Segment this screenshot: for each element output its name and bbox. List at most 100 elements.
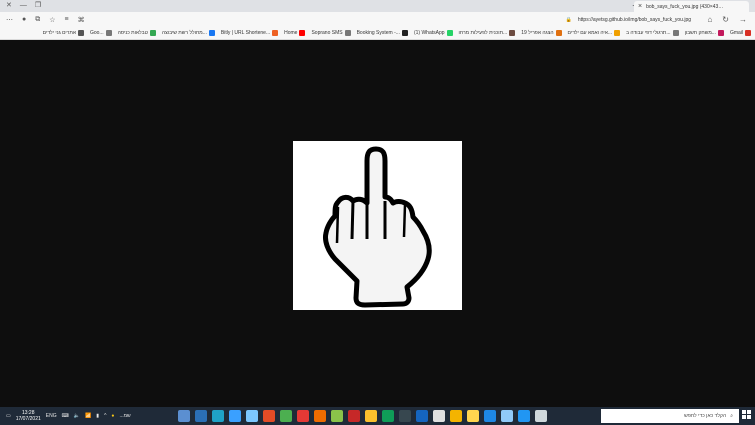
- bookmark-favicon-icon: [105, 30, 112, 36]
- pinned-app-icon[interactable]: [212, 410, 224, 422]
- collections-icon[interactable]: ⧉: [35, 16, 40, 24]
- taskbar-search[interactable]: הקלד כאן כדי לחפש ⌕: [601, 409, 739, 423]
- bookmark-label: Home: [284, 30, 298, 36]
- active-tab[interactable]: × bob_says_fuck_you.jpg (430×43…: [634, 1, 749, 12]
- bookmark-favicon-icon: [717, 30, 724, 36]
- pinned-app-icon[interactable]: [229, 410, 241, 422]
- bookmark-item[interactable]: טבלאות כניסה: [118, 30, 156, 36]
- show-hidden-icons[interactable]: ^: [104, 413, 106, 419]
- pinned-app-icon[interactable]: [314, 410, 326, 422]
- notifications-icon[interactable]: ▭: [6, 413, 11, 419]
- language-indicator[interactable]: ENG: [46, 413, 57, 419]
- bookmark-item[interactable]: Home: [284, 30, 306, 36]
- middle-finger-image: [293, 141, 462, 310]
- bookmark-favicon-icon: [77, 30, 84, 36]
- pinned-app-icon[interactable]: [246, 410, 258, 422]
- bookmark-item[interactable]: אתרים גני ילדים: [43, 30, 84, 36]
- bookmark-label: איה ואמא עם ילדים...: [567, 30, 613, 36]
- pinned-app-icon[interactable]: [382, 410, 394, 422]
- pinned-app-icon[interactable]: [399, 410, 411, 422]
- close-window-icon[interactable]: ✕: [6, 0, 12, 12]
- pinned-app-icon[interactable]: [484, 410, 496, 422]
- bookmark-item[interactable]: תוכנית לפעילות מרחו...: [459, 30, 516, 36]
- bookmark-label: מחולל רשת שיבוצה...: [161, 30, 207, 36]
- nav-buttons: ⌂ ↻ →: [707, 12, 747, 27]
- clock-date: 17/07/2021: [15, 416, 41, 422]
- bookmark-item[interactable]: הצגה אפריל 19: [521, 30, 562, 36]
- bookmark-label: הצגה אפריל 19: [521, 30, 554, 36]
- pinned-app-icon[interactable]: [518, 410, 530, 422]
- pinned-app-icon[interactable]: [348, 410, 360, 422]
- bookmark-label: Goo...: [89, 30, 104, 36]
- system-tray: ▭ 13:28 17/07/2021 ENG ⌨ 🔈 📶 ▮ ^ ● ...שמ: [6, 407, 131, 425]
- bookmark-favicon-icon: [344, 30, 351, 36]
- battery-icon[interactable]: ▮: [96, 413, 99, 419]
- minimize-icon[interactable]: —: [20, 0, 27, 12]
- tab-title: bob_says_fuck_you.jpg (430×43…: [646, 3, 724, 10]
- bookmark-item[interactable]: משחק חשבון...: [685, 30, 724, 36]
- refresh-icon[interactable]: ↻: [722, 15, 729, 24]
- pinned-app-icon[interactable]: [450, 410, 462, 422]
- pinned-app-icon[interactable]: [195, 410, 207, 422]
- weather-text[interactable]: ...שמ: [119, 413, 130, 419]
- bookmark-label: אתרים גני ילדים: [42, 30, 76, 36]
- bookmark-favicon-icon: [299, 30, 306, 36]
- bookmark-item[interactable]: Soprano SMS: [311, 30, 351, 36]
- volume-icon[interactable]: 🔈: [74, 413, 80, 419]
- home-icon[interactable]: ⌂: [707, 15, 712, 24]
- pinned-app-icon[interactable]: [535, 410, 547, 422]
- middle-finger-graphic: [323, 146, 432, 308]
- lock-icon: 🔒: [565, 16, 572, 23]
- extensions-icon[interactable]: ⌘: [78, 16, 85, 24]
- bookmark-item[interactable]: Bitly | URL Shortene...: [220, 30, 279, 36]
- pinned-app-icon[interactable]: [178, 410, 190, 422]
- pinned-app-icon[interactable]: [433, 410, 445, 422]
- pinned-app-icon[interactable]: [331, 410, 343, 422]
- pinned-app-icon[interactable]: [467, 410, 479, 422]
- bookmark-item[interactable]: מחולל רשת שיבוצה...: [162, 30, 215, 36]
- bookmark-item[interactable]: Gmail: [730, 30, 751, 36]
- favorites-icon[interactable]: ☆: [49, 16, 55, 24]
- weather-icon[interactable]: ●: [111, 413, 114, 419]
- bookmark-item[interactable]: Booking System -...: [357, 30, 408, 36]
- bookmark-item[interactable]: איה ואמא עם ילדים...: [567, 30, 621, 36]
- profile-icon[interactable]: ●: [22, 16, 26, 23]
- url-text[interactable]: https://ayetsg.github.io/img/bob_says_fu…: [578, 17, 691, 23]
- bookmark-favicon-icon: [272, 30, 279, 36]
- search-placeholder: הקלד כאן כדי לחפש: [684, 413, 727, 419]
- tab-close-icon[interactable]: ×: [638, 3, 642, 10]
- bookmark-favicon-icon: [672, 30, 679, 36]
- reading-list-icon[interactable]: ≡: [65, 16, 69, 23]
- bookmark-label: Bitly | URL Shortene...: [220, 30, 271, 36]
- bookmark-favicon-icon: [745, 30, 751, 36]
- pinned-apps: [178, 409, 547, 423]
- bookmark-favicon-icon: [555, 30, 562, 36]
- pinned-app-icon[interactable]: [280, 410, 292, 422]
- address-bar[interactable]: 🔒 https://ayetsg.github.io/img/bob_says_…: [100, 14, 691, 25]
- keyboard-icon[interactable]: ⌨: [62, 413, 69, 419]
- forward-icon[interactable]: →: [739, 15, 747, 24]
- bookmarks-bar: אתרים גני ילדים Goo... טבלאות כניסה מחולל ר…: [0, 27, 755, 40]
- bookmark-label: טבלאות כניסה: [117, 30, 148, 36]
- pinned-app-icon[interactable]: [297, 410, 309, 422]
- more-menu-icon[interactable]: ⋯: [6, 16, 13, 24]
- bookmark-label: תרגולי דפי עבודה ב...: [626, 30, 671, 36]
- bookmark-item[interactable]: Goo...: [90, 30, 112, 36]
- bookmark-item[interactable]: (1) WhatsApp: [414, 30, 453, 36]
- bookmark-label: משחק חשבון...: [684, 30, 716, 36]
- pinned-app-icon[interactable]: [263, 410, 275, 422]
- bookmark-favicon-icon: [401, 30, 408, 36]
- search-icon: ⌕: [730, 413, 733, 419]
- bookmark-label: תוכנית לפעילות מרחו...: [458, 30, 508, 36]
- bookmark-label: Booking System -...: [356, 30, 400, 36]
- pinned-app-icon[interactable]: [365, 410, 377, 422]
- restore-icon[interactable]: ❐: [35, 0, 41, 12]
- pinned-app-icon[interactable]: [501, 410, 513, 422]
- network-icon[interactable]: 📶: [85, 413, 91, 419]
- start-button[interactable]: [742, 410, 751, 419]
- pinned-app-icon[interactable]: [416, 410, 428, 422]
- bookmark-favicon-icon: [446, 30, 453, 36]
- bookmark-item[interactable]: תרגולי דפי עבודה ב...: [626, 30, 679, 36]
- clock[interactable]: 13:28 17/07/2021: [16, 410, 41, 422]
- bookmark-label: (1) WhatsApp: [413, 30, 445, 36]
